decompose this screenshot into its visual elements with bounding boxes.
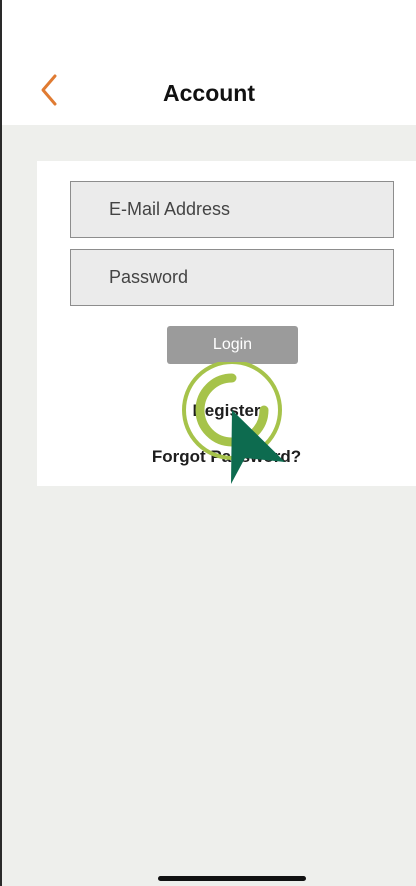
login-button[interactable]: Login bbox=[167, 326, 298, 364]
login-panel: E-Mail Address Password Login Register F… bbox=[37, 161, 416, 486]
password-field[interactable]: Password bbox=[70, 249, 394, 306]
header: Account bbox=[2, 0, 416, 125]
page-title: Account bbox=[163, 80, 255, 106]
home-indicator bbox=[158, 876, 306, 881]
forgot-password-link[interactable]: Forgot Password? bbox=[37, 447, 416, 467]
register-link[interactable]: Register bbox=[37, 401, 416, 421]
email-field[interactable]: E-Mail Address bbox=[70, 181, 394, 238]
